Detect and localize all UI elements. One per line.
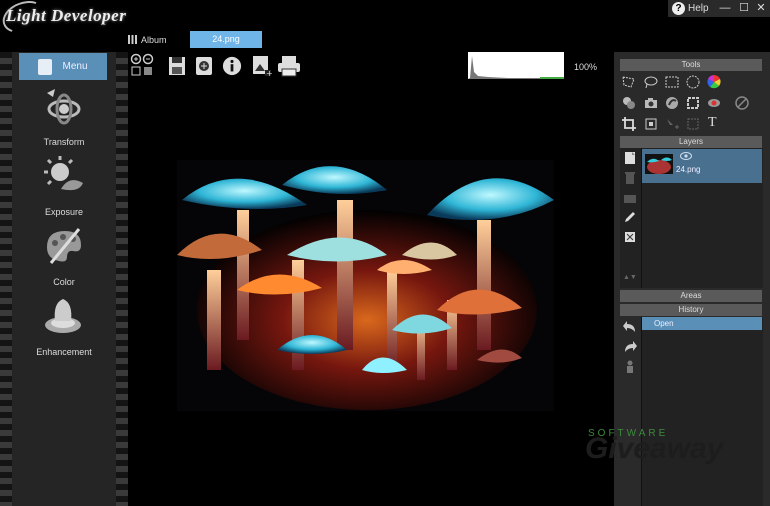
merge-layer-icon[interactable] bbox=[623, 230, 637, 244]
enhancement-tool[interactable]: Enhancement bbox=[12, 295, 116, 357]
resize-icon[interactable] bbox=[644, 117, 658, 131]
layer-name: 24.png bbox=[676, 165, 701, 174]
watermark-software: SOFTWARE bbox=[588, 428, 669, 439]
print-icon[interactable] bbox=[277, 55, 301, 77]
save-icon[interactable] bbox=[167, 55, 187, 77]
transform-label: Transform bbox=[43, 137, 85, 147]
delete-layer-icon[interactable] bbox=[623, 171, 637, 185]
no-entry-icon[interactable] bbox=[735, 96, 749, 110]
camera-icon[interactable] bbox=[644, 96, 658, 110]
mushroom-photo bbox=[177, 160, 554, 411]
menu-icon bbox=[38, 58, 53, 75]
help-label: Help bbox=[688, 3, 709, 14]
close-button[interactable]: ✕ bbox=[754, 1, 768, 16]
histogram bbox=[468, 52, 564, 79]
exposure-label: Exposure bbox=[44, 207, 84, 217]
film-strip-right bbox=[116, 52, 128, 506]
film-strip-left bbox=[0, 52, 12, 506]
crop-icon[interactable] bbox=[622, 117, 636, 131]
lasso-icon[interactable] bbox=[644, 75, 658, 89]
visibility-eye-icon[interactable] bbox=[680, 152, 692, 160]
brush-icon[interactable] bbox=[665, 96, 679, 110]
help-icon: ? bbox=[672, 2, 685, 15]
add-image-icon[interactable]: + bbox=[252, 55, 272, 77]
redo-icon[interactable] bbox=[623, 340, 637, 354]
album-label: Album bbox=[141, 34, 167, 45]
frame-icon[interactable] bbox=[686, 96, 700, 110]
grid-icon bbox=[128, 35, 137, 44]
minimize-button[interactable]: — bbox=[718, 1, 732, 16]
text-tool-icon[interactable]: T bbox=[708, 115, 717, 131]
info-icon[interactable] bbox=[222, 55, 242, 77]
history-header: History bbox=[620, 304, 762, 316]
layers-header: Layers bbox=[620, 136, 762, 148]
edit-layer-icon[interactable] bbox=[623, 210, 637, 224]
red-eye-icon[interactable] bbox=[707, 96, 721, 110]
color-label: Color bbox=[53, 277, 75, 287]
zoom-level: 100% bbox=[574, 62, 598, 72]
help-button[interactable]: ? Help bbox=[672, 1, 709, 16]
layer-thumbnail bbox=[645, 154, 673, 174]
history-list bbox=[641, 317, 763, 506]
maximize-button[interactable]: ☐ bbox=[737, 1, 751, 16]
clone-icon[interactable] bbox=[622, 96, 636, 110]
new-layer-icon[interactable] bbox=[623, 151, 637, 165]
transform-select-icon[interactable] bbox=[686, 117, 700, 131]
menu-button[interactable]: Menu bbox=[19, 53, 107, 80]
enhancement-icon bbox=[45, 299, 81, 333]
tools-header: Tools bbox=[620, 59, 762, 71]
exposure-icon bbox=[44, 156, 83, 191]
app-logo: Light Developer bbox=[6, 6, 127, 25]
zoom-icon[interactable] bbox=[130, 53, 154, 79]
ellipse-select-icon[interactable] bbox=[686, 75, 700, 89]
history-item[interactable]: Open bbox=[642, 317, 762, 330]
areas-header[interactable]: Areas bbox=[620, 290, 762, 302]
tab-file[interactable]: 24.png bbox=[190, 31, 262, 48]
menu-label: Menu bbox=[62, 61, 88, 72]
color-palette-icon bbox=[47, 228, 81, 264]
tab-album[interactable]: Album bbox=[128, 31, 167, 48]
transform-icon bbox=[47, 89, 81, 125]
move-icon[interactable] bbox=[665, 117, 679, 131]
history-person-icon[interactable] bbox=[623, 360, 637, 374]
svg-text:+: + bbox=[266, 69, 272, 77]
color-tool[interactable]: Color bbox=[12, 225, 116, 287]
transform-tool[interactable]: Transform bbox=[12, 85, 116, 147]
layer-properties-icon[interactable] bbox=[623, 191, 637, 205]
polygon-select-icon[interactable] bbox=[622, 75, 636, 89]
enhancement-label: Enhancement bbox=[36, 347, 92, 357]
color-wheel-icon[interactable] bbox=[707, 75, 721, 89]
rect-select-icon[interactable] bbox=[665, 75, 679, 89]
layer-order-arrows[interactable]: ▲▼ bbox=[623, 274, 637, 281]
exposure-tool[interactable]: Exposure bbox=[12, 155, 116, 217]
export-icon[interactable] bbox=[194, 55, 214, 77]
undo-icon[interactable] bbox=[623, 320, 637, 334]
